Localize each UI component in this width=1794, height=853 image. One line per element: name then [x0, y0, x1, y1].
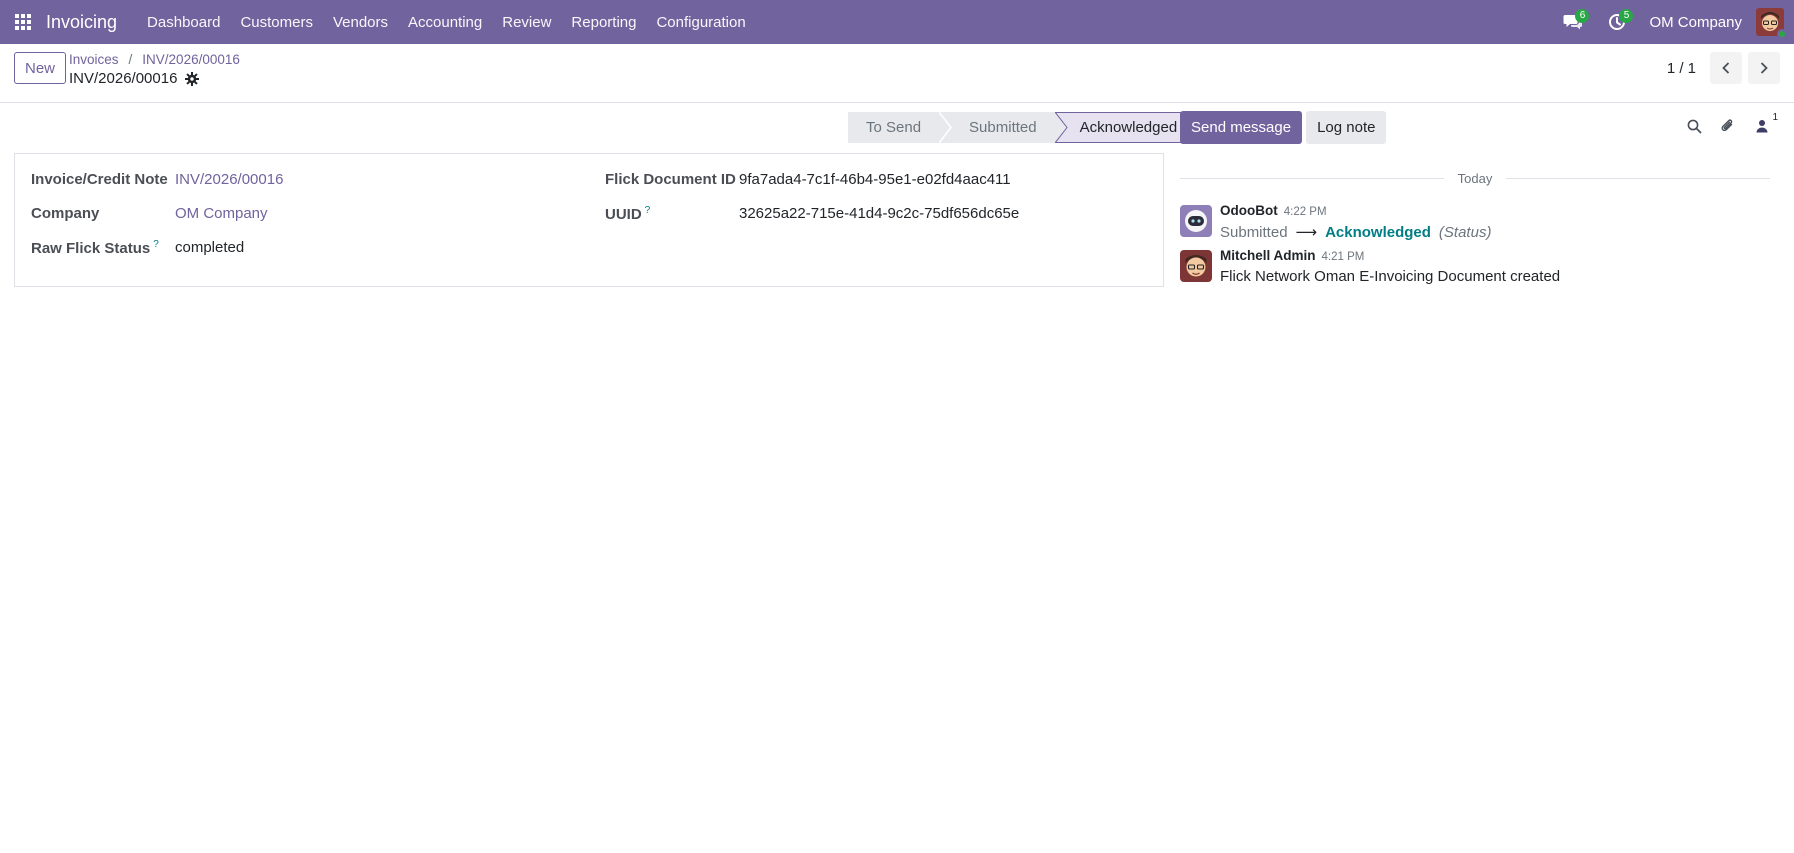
breadcrumb: Invoices / INV/2026/00016	[69, 52, 240, 67]
field-label: Flick Document ID	[605, 171, 736, 188]
invoice-credit-note-link[interactable]: INV/2026/00016	[175, 171, 283, 188]
tracking-old-value: Submitted	[1220, 223, 1288, 241]
followers-button[interactable]: 1	[1752, 112, 1778, 136]
breadcrumb-invoice[interactable]: INV/2026/00016	[142, 52, 240, 67]
gear-icon[interactable]	[185, 71, 200, 86]
pager: 1 / 1	[1667, 52, 1780, 84]
activities-count-badge: 5	[1619, 9, 1634, 23]
search-icon	[1687, 119, 1701, 133]
stage-acknowledged[interactable]: Acknowledged	[1054, 112, 1195, 143]
field-label: Raw Flick Status?	[31, 239, 159, 257]
followers-count: 1	[1772, 112, 1778, 123]
tracking-value: Submitted ⟶ Acknowledged (Status)	[1220, 223, 1492, 242]
tracking-field-name: (Status)	[1438, 223, 1492, 241]
breadcrumb-separator: /	[128, 52, 133, 67]
send-message-button[interactable]: Send message	[1180, 111, 1303, 144]
separator-line	[1180, 178, 1444, 179]
chevron-left-icon	[1722, 62, 1730, 74]
menu-item-customers[interactable]: Customers	[230, 14, 323, 31]
field-flick-document-id: Flick Document ID 9fa7ada4-7c1f-46b4-95e…	[605, 171, 1155, 188]
menu-item-accounting[interactable]: Accounting	[398, 14, 492, 31]
activities-button[interactable]: 5	[1595, 0, 1639, 44]
paperclip-icon	[1721, 119, 1733, 132]
app-name[interactable]: Invoicing	[46, 12, 117, 33]
record-title: INV/2026/00016	[69, 70, 200, 87]
stage-to-send[interactable]: To Send	[848, 112, 952, 143]
message-header: Mitchell Admin 4:21 PM	[1220, 248, 1364, 263]
navbar-systray: 6 5 OM Company	[1551, 0, 1794, 44]
help-tooltip-icon[interactable]: ?	[153, 239, 159, 250]
message-author[interactable]: Mitchell Admin	[1220, 248, 1316, 263]
menu-item-vendors[interactable]: Vendors	[323, 14, 398, 31]
record-title-text: INV/2026/00016	[69, 70, 178, 87]
main-menu: Dashboard Customers Vendors Accounting R…	[137, 14, 756, 31]
stage-label: To Send	[866, 119, 922, 136]
mitchell-admin-avatar[interactable]	[1180, 250, 1212, 282]
pager-value[interactable]: 1 / 1	[1667, 60, 1696, 77]
chatter-tools: 1	[1684, 112, 1778, 136]
tracking-new-value: Acknowledged	[1325, 223, 1431, 241]
field-uuid: UUID? 32625a22-715e-41d4-9c2c-75df656dc6…	[605, 205, 1155, 223]
messages-count-badge: 6	[1575, 9, 1590, 23]
menu-item-configuration[interactable]: Configuration	[646, 14, 755, 31]
message-header: OdooBot 4:22 PM	[1220, 203, 1327, 218]
pager-previous-button[interactable]	[1710, 52, 1742, 84]
message-body: Flick Network Oman E-Invoicing Document …	[1220, 268, 1561, 285]
menu-item-reporting[interactable]: Reporting	[561, 14, 646, 31]
odoobot-avatar[interactable]	[1180, 205, 1212, 237]
stage-label: Submitted	[969, 119, 1037, 136]
search-messages-button[interactable]	[1684, 116, 1704, 136]
stage-label: Acknowledged	[1079, 119, 1178, 136]
raw-flick-status-value: completed	[175, 239, 245, 256]
top-navbar: Invoicing Dashboard Customers Vendors Ac…	[0, 0, 1794, 44]
field-raw-flick-status: Raw Flick Status? completed	[31, 239, 591, 257]
status-bar: To Send Submitted Acknowledged	[848, 112, 1195, 143]
long-arrow-right-icon: ⟶	[1295, 224, 1318, 241]
attachments-button[interactable]	[1718, 116, 1738, 136]
user-avatar[interactable]	[1756, 8, 1787, 39]
online-status-dot	[1777, 29, 1787, 39]
message-time: 4:21 PM	[1321, 251, 1365, 263]
form-sheet: Invoice/Credit Note INV/2026/00016 Compa…	[14, 153, 1164, 287]
chatter-topbar: Send message Log note	[1180, 111, 1387, 144]
company-link[interactable]: OM Company	[175, 205, 268, 222]
date-separator: Today	[1180, 171, 1771, 186]
message-author[interactable]: OdooBot	[1220, 203, 1278, 218]
message-time: 4:22 PM	[1283, 206, 1327, 218]
date-separator-label: Today	[1457, 171, 1493, 186]
message-mitchell-admin: Mitchell Admin 4:21 PM Flick Network Oma…	[1180, 248, 1780, 288]
field-company: Company OM Company	[31, 205, 591, 222]
stage-submitted[interactable]: Submitted	[939, 112, 1068, 143]
log-note-button[interactable]: Log note	[1306, 111, 1387, 144]
control-panel: New Invoices / INV/2026/00016 INV/2026/0…	[0, 44, 1794, 103]
field-label-text: UUID	[605, 206, 642, 223]
help-tooltip-icon[interactable]: ?	[645, 205, 651, 216]
field-label: Company	[31, 205, 100, 222]
breadcrumb-invoices[interactable]: Invoices	[69, 52, 119, 67]
message-odoobot: OdooBot 4:22 PM Submitted ⟶ Acknowledged…	[1180, 203, 1780, 243]
field-label: Invoice/Credit Note	[31, 171, 168, 188]
company-switcher[interactable]: OM Company	[1649, 14, 1742, 31]
flick-document-id-value: 9fa7ada4-7c1f-46b4-95e1-e02fd4aac411	[739, 171, 1011, 188]
uuid-value: 32625a22-715e-41d4-9c2c-75df656dc65e	[739, 205, 1020, 222]
new-button[interactable]: New	[14, 52, 67, 84]
field-label-text: Raw Flick Status	[31, 240, 151, 257]
menu-item-dashboard[interactable]: Dashboard	[137, 14, 230, 31]
separator-line	[1506, 178, 1771, 179]
user-icon	[1756, 120, 1768, 133]
field-label: UUID?	[605, 205, 650, 223]
messaging-button[interactable]: 6	[1551, 0, 1595, 44]
pager-next-button[interactable]	[1748, 52, 1780, 84]
apps-menu-icon[interactable]	[0, 0, 46, 44]
menu-item-review[interactable]: Review	[492, 14, 561, 31]
chevron-right-icon	[1760, 62, 1768, 74]
field-invoice-credit-note: Invoice/Credit Note INV/2026/00016	[31, 171, 591, 188]
